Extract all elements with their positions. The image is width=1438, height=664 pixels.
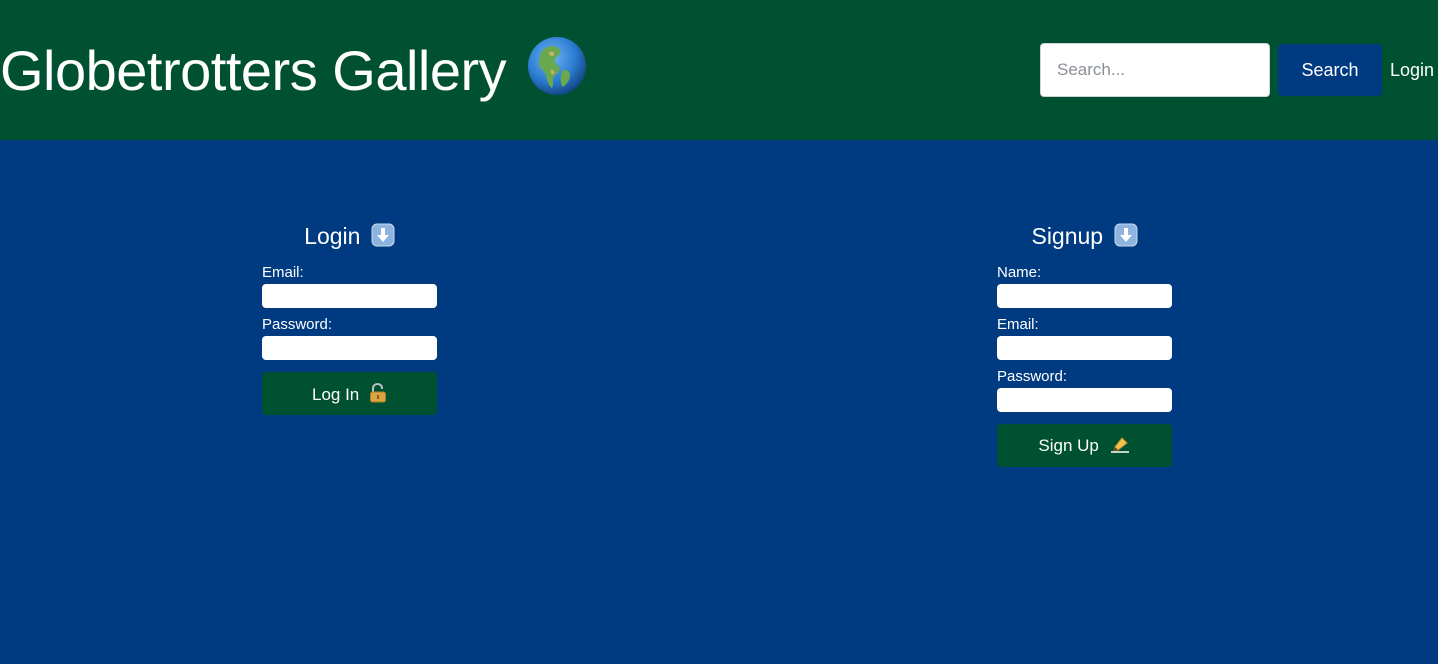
- site-title-text: Globetrotters Gallery: [0, 39, 507, 102]
- globe-americas-icon: [528, 37, 587, 95]
- signup-heading: Signup: [997, 222, 1172, 250]
- login-password-input[interactable]: [262, 336, 437, 360]
- signup-email-input[interactable]: [997, 336, 1172, 360]
- signup-password-input[interactable]: [997, 388, 1172, 412]
- signup-password-label: Password:: [997, 368, 1068, 385]
- login-email-label: Email:: [262, 264, 304, 281]
- login-email-input[interactable]: [262, 284, 437, 308]
- nav-login-link[interactable]: Login: [1390, 58, 1434, 82]
- writing-hand-icon: [1110, 436, 1129, 453]
- signup-submit-label: Sign Up: [1038, 435, 1099, 455]
- down-arrow-icon: [371, 223, 395, 247]
- login-heading: Login: [262, 222, 437, 250]
- login-password-label: Password:: [262, 316, 333, 333]
- signup-form: Signup Name: Email: Password: Sign Up: [997, 222, 1172, 469]
- site-header: Globetrotters Gallery Search Login: [0, 0, 1438, 140]
- signup-email-label: Email:: [997, 316, 1039, 333]
- signup-submit-button[interactable]: Sign Up: [997, 424, 1172, 467]
- login-submit-button[interactable]: Log In: [262, 372, 437, 415]
- login-submit-label: Log In: [312, 384, 360, 404]
- login-form: Login Email: Password: Log In: [262, 222, 437, 417]
- search-input[interactable]: [1040, 43, 1270, 97]
- down-arrow-icon: [1114, 223, 1137, 247]
- login-heading-text: Login: [304, 223, 361, 249]
- signup-name-input[interactable]: [997, 284, 1172, 308]
- signup-heading-text: Signup: [1031, 223, 1104, 249]
- unlocked-padlock-icon: [370, 382, 386, 402]
- search-button[interactable]: Search: [1278, 44, 1382, 96]
- site-title: Globetrotters Gallery: [0, 36, 587, 106]
- signup-name-label: Name:: [997, 264, 1042, 281]
